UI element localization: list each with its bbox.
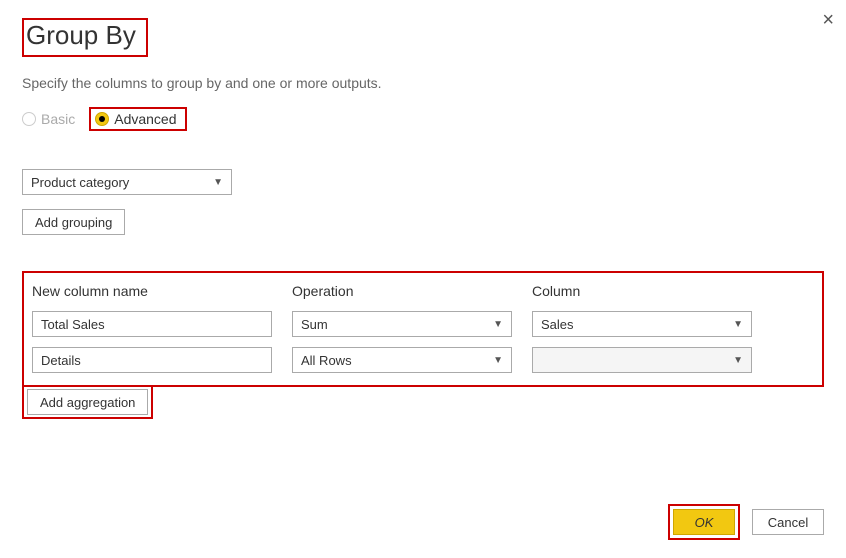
agg-name-input[interactable]: Details bbox=[32, 347, 272, 373]
title-highlight: Group By bbox=[22, 18, 148, 57]
ok-button[interactable]: OK bbox=[673, 509, 735, 535]
radio-basic-label: Basic bbox=[41, 111, 75, 127]
dialog-subtitle: Specify the columns to group by and one … bbox=[22, 75, 824, 91]
cancel-button[interactable]: Cancel bbox=[752, 509, 824, 535]
agg-operation-select[interactable]: All Rows ▼ bbox=[292, 347, 512, 373]
col-header-column: Column bbox=[532, 283, 752, 301]
grouping-section: Product category ▼ Add grouping bbox=[22, 169, 824, 235]
mode-radio-group: Basic Advanced bbox=[22, 107, 824, 131]
radio-advanced[interactable]: Advanced bbox=[95, 111, 176, 127]
grouping-column-select[interactable]: Product category ▼ bbox=[22, 169, 232, 195]
chevron-down-icon: ▼ bbox=[213, 177, 223, 188]
chevron-down-icon: ▼ bbox=[733, 319, 743, 330]
chevron-down-icon: ▼ bbox=[493, 319, 503, 330]
dialog-footer: OK Cancel bbox=[668, 504, 824, 540]
aggregations-grid: New column name Operation Column Total S… bbox=[32, 283, 814, 373]
aggregations-highlight: New column name Operation Column Total S… bbox=[22, 271, 824, 387]
chevron-down-icon: ▼ bbox=[493, 355, 503, 366]
agg-name-input[interactable]: Total Sales bbox=[32, 311, 272, 337]
grouping-column-value: Product category bbox=[31, 175, 207, 190]
agg-operation-select[interactable]: Sum ▼ bbox=[292, 311, 512, 337]
close-icon[interactable]: × bbox=[822, 10, 834, 30]
chevron-down-icon: ▼ bbox=[733, 355, 743, 366]
radio-basic[interactable]: Basic bbox=[22, 111, 75, 127]
radio-icon bbox=[95, 112, 109, 126]
add-aggregation-highlight: Add aggregation bbox=[22, 385, 153, 419]
radio-advanced-label: Advanced bbox=[114, 111, 176, 127]
radio-icon bbox=[22, 112, 36, 126]
dialog-title: Group By bbox=[26, 20, 140, 53]
col-header-operation: Operation bbox=[292, 283, 512, 301]
agg-column-select[interactable]: Sales ▼ bbox=[532, 311, 752, 337]
col-header-name: New column name bbox=[32, 283, 272, 301]
agg-column-select: ▼ bbox=[532, 347, 752, 373]
add-aggregation-button[interactable]: Add aggregation bbox=[27, 389, 148, 415]
add-grouping-button[interactable]: Add grouping bbox=[22, 209, 125, 235]
advanced-highlight: Advanced bbox=[89, 107, 186, 131]
ok-highlight: OK bbox=[668, 504, 740, 540]
